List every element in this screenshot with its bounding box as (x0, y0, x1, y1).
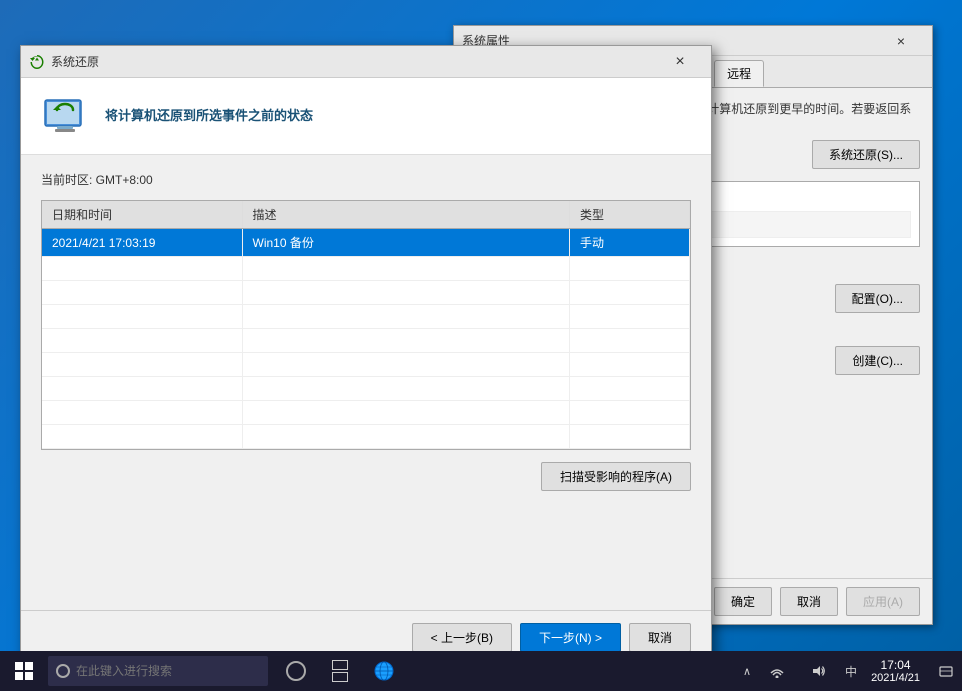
notification-btn[interactable] (930, 651, 962, 691)
cortana-icon (286, 661, 306, 681)
table-row-empty[interactable] (42, 329, 690, 353)
cortana-button[interactable] (276, 651, 316, 691)
restore-titlebar: 系统还原 × (21, 46, 711, 78)
notification-icon (939, 664, 953, 678)
desktop: 系统属性 × 计算机名 硬件 高级 系统保护 远程 (0, 0, 962, 691)
taskbar: ∧ 中 17:04 202 (0, 651, 962, 691)
clock-date: 2021/4/21 (871, 672, 920, 684)
clock-area[interactable]: 17:04 2021/4/21 (863, 658, 928, 684)
globe-icon (373, 660, 395, 682)
next-btn[interactable]: 下一步(N) > (520, 623, 621, 652)
language-indicator[interactable]: 中 (841, 663, 861, 680)
clock-time: 17:04 (881, 658, 911, 672)
restore-dialog: 系统还原 × 将计算机还原到所选事件之前的状态 当前时区: GMT+8:00 (20, 45, 712, 665)
volume-tray-icon[interactable] (799, 651, 839, 691)
network-tray-icon[interactable] (757, 651, 797, 691)
start-button[interactable] (0, 651, 48, 691)
restore-table-container: 日期和时间 描述 类型 2021/4/21 17:03:19Win10 备份手动 (41, 200, 691, 450)
system-restore-btn[interactable]: 系统还原(S)... (812, 140, 920, 169)
ok-btn[interactable]: 确定 (714, 587, 772, 616)
apply-btn[interactable]: 应用(A) (846, 587, 920, 616)
table-row[interactable]: 2021/4/21 17:03:19Win10 备份手动 (42, 229, 690, 257)
taskbar-center-items (276, 651, 404, 691)
row-type: 手动 (570, 229, 690, 257)
network-icon (770, 664, 784, 678)
taskview-icon (332, 660, 348, 682)
restore-timezone: 当前时区: GMT+8:00 (41, 171, 691, 188)
row-date: 2021/4/21 17:03:19 (42, 229, 242, 257)
restore-header: 将计算机还原到所选事件之前的状态 (21, 78, 711, 155)
restore-table: 日期和时间 描述 类型 2021/4/21 17:03:19Win10 备份手动 (42, 201, 690, 449)
table-row-empty[interactable] (42, 305, 690, 329)
restore-close-btn[interactable]: × (657, 46, 703, 78)
system-props-controls: × (878, 26, 924, 56)
taskbar-right: ∧ 中 17:04 202 (739, 651, 962, 691)
table-row-empty[interactable] (42, 401, 690, 425)
tab-remote[interactable]: 远程 (714, 60, 764, 87)
search-icon (56, 664, 70, 678)
restore-header-title: 将计算机还原到所选事件之前的状态 (105, 105, 313, 124)
start-icon (15, 662, 33, 680)
row-description: Win10 备份 (242, 229, 570, 257)
taskbar-app-icon[interactable] (364, 651, 404, 691)
col-header-description[interactable]: 描述 (242, 201, 570, 229)
configure-btn[interactable]: 配置(O)... (835, 284, 920, 313)
cancel-btn[interactable]: 取消 (780, 587, 838, 616)
volume-icon (812, 664, 826, 678)
tray-expand-btn[interactable]: ∧ (739, 665, 755, 678)
back-btn[interactable]: < 上一步(B) (412, 623, 512, 652)
restore-title-text: 系统还原 (51, 53, 657, 70)
search-input[interactable] (76, 664, 236, 678)
col-header-type[interactable]: 类型 (570, 201, 690, 229)
restore-header-icon (41, 92, 89, 140)
table-row-empty[interactable] (42, 257, 690, 281)
taskview-button[interactable] (320, 651, 360, 691)
restore-body: 当前时区: GMT+8:00 日期和时间 描述 类型 2021/4/21 17:… (21, 155, 711, 515)
table-row-empty[interactable] (42, 353, 690, 377)
col-header-datetime[interactable]: 日期和时间 (42, 201, 242, 229)
cancel-dialog-btn[interactable]: 取消 (629, 623, 691, 652)
table-row-empty[interactable] (42, 281, 690, 305)
scan-btn[interactable]: 扫描受影响的程序(A) (541, 462, 691, 491)
table-row-empty[interactable] (42, 425, 690, 449)
taskbar-search[interactable] (48, 656, 268, 686)
create-btn[interactable]: 创建(C)... (835, 346, 920, 375)
system-props-close-btn[interactable]: × (878, 26, 924, 56)
table-row-empty[interactable] (42, 377, 690, 401)
restore-title-icon (29, 54, 45, 70)
